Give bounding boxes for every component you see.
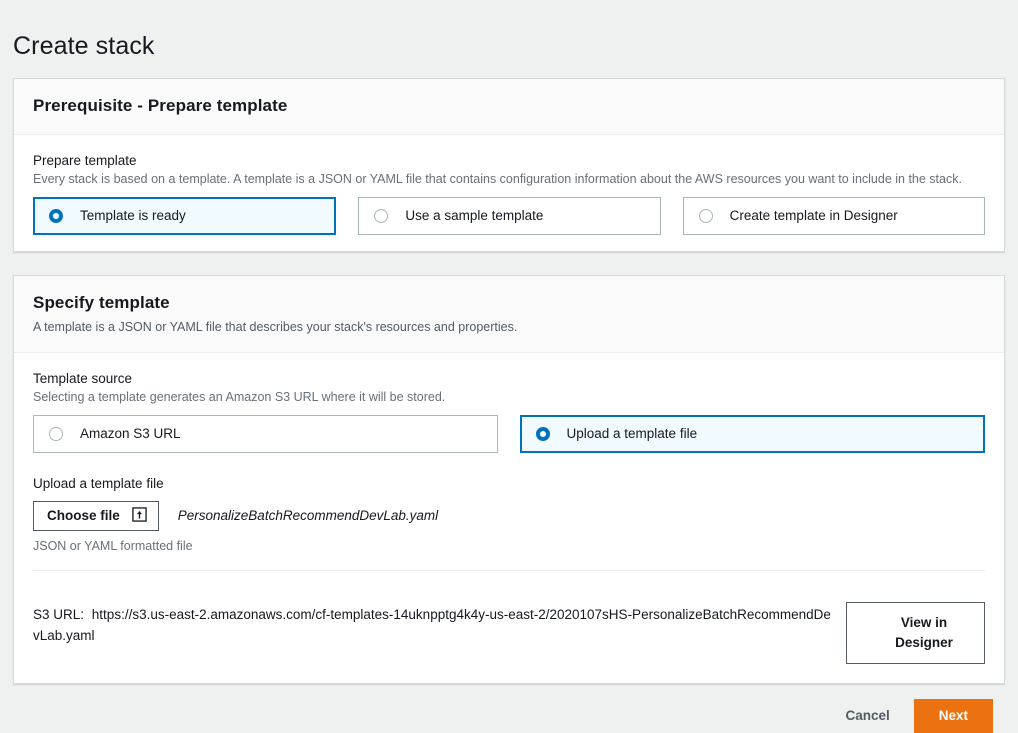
radio-selected-icon (49, 209, 63, 223)
upload-template-file-label: Upload a template file (33, 474, 985, 493)
radio-template-is-ready[interactable]: Template is ready (33, 197, 336, 235)
radio-use-a-sample-template-label: Use a sample template (405, 207, 543, 225)
radio-create-template-in-designer-label: Create template in Designer (730, 207, 898, 225)
radio-unselected-icon (699, 209, 713, 223)
specify-template-card: Specify template A template is a JSON or… (13, 275, 1005, 684)
upload-file-row: Choose file PersonalizeBatchRecommendDev… (33, 501, 985, 531)
cancel-button[interactable]: Cancel (835, 700, 899, 731)
prerequisite-card-body: Prepare template Every stack is based on… (14, 135, 1004, 251)
view-in-designer-line-2: Designer (864, 633, 984, 653)
template-source-label: Template source (33, 369, 985, 388)
footer-actions: Cancel Next (0, 684, 1018, 733)
specify-template-card-subtitle: A template is a JSON or YAML file that d… (33, 318, 985, 336)
upload-icon (132, 507, 147, 525)
s3-url-label: S3 URL: (33, 607, 84, 622)
view-in-designer-button[interactable]: View in Designer (846, 602, 985, 664)
radio-use-a-sample-template[interactable]: Use a sample template (358, 197, 660, 235)
radio-template-is-ready-label: Template is ready (80, 207, 186, 225)
section-spacer (0, 252, 1018, 275)
file-format-hint: JSON or YAML formatted file (33, 538, 985, 555)
specify-template-card-body: Template source Selecting a template gen… (14, 353, 1004, 587)
s3-url-text: S3 URL: https://s3.us-east-2.amazonaws.c… (33, 602, 836, 646)
next-button[interactable]: Next (914, 699, 993, 733)
choose-file-button-label: Choose file (47, 508, 120, 524)
view-in-designer-line-1: View in (864, 613, 984, 633)
radio-amazon-s3-url-label: Amazon S3 URL (80, 425, 181, 443)
radio-amazon-s3-url[interactable]: Amazon S3 URL (33, 415, 498, 453)
s3-url-value: https://s3.us-east-2.amazonaws.com/cf-te… (33, 607, 831, 643)
radio-selected-icon (536, 427, 550, 441)
choose-file-button[interactable]: Choose file (33, 501, 159, 531)
selected-file-name: PersonalizeBatchRecommendDevLab.yaml (178, 507, 438, 525)
radio-upload-a-template-file-label: Upload a template file (567, 425, 698, 443)
template-source-description: Selecting a template generates an Amazon… (33, 389, 985, 406)
create-stack-page: Create stack Prerequisite - Prepare temp… (0, 17, 1018, 733)
radio-unselected-icon (49, 427, 63, 441)
prepare-template-description: Every stack is based on a template. A te… (33, 171, 985, 188)
prerequisite-card: Prerequisite - Prepare template Prepare … (13, 78, 1005, 252)
prepare-template-radio-group: Template is ready Use a sample template … (33, 197, 985, 235)
prerequisite-card-header: Prerequisite - Prepare template (14, 79, 1004, 135)
prerequisite-card-title: Prerequisite - Prepare template (33, 96, 985, 116)
radio-unselected-icon (374, 209, 388, 223)
page-title: Create stack (0, 17, 1018, 61)
prepare-template-label: Prepare template (33, 151, 985, 170)
specify-template-card-title: Specify template (33, 293, 985, 313)
s3-url-row: S3 URL: https://s3.us-east-2.amazonaws.c… (14, 587, 1004, 683)
radio-create-template-in-designer[interactable]: Create template in Designer (683, 197, 985, 235)
section-divider (33, 570, 985, 571)
radio-upload-a-template-file[interactable]: Upload a template file (520, 415, 986, 453)
specify-template-card-header: Specify template A template is a JSON or… (14, 276, 1004, 353)
template-source-radio-group: Amazon S3 URL Upload a template file (33, 415, 985, 453)
